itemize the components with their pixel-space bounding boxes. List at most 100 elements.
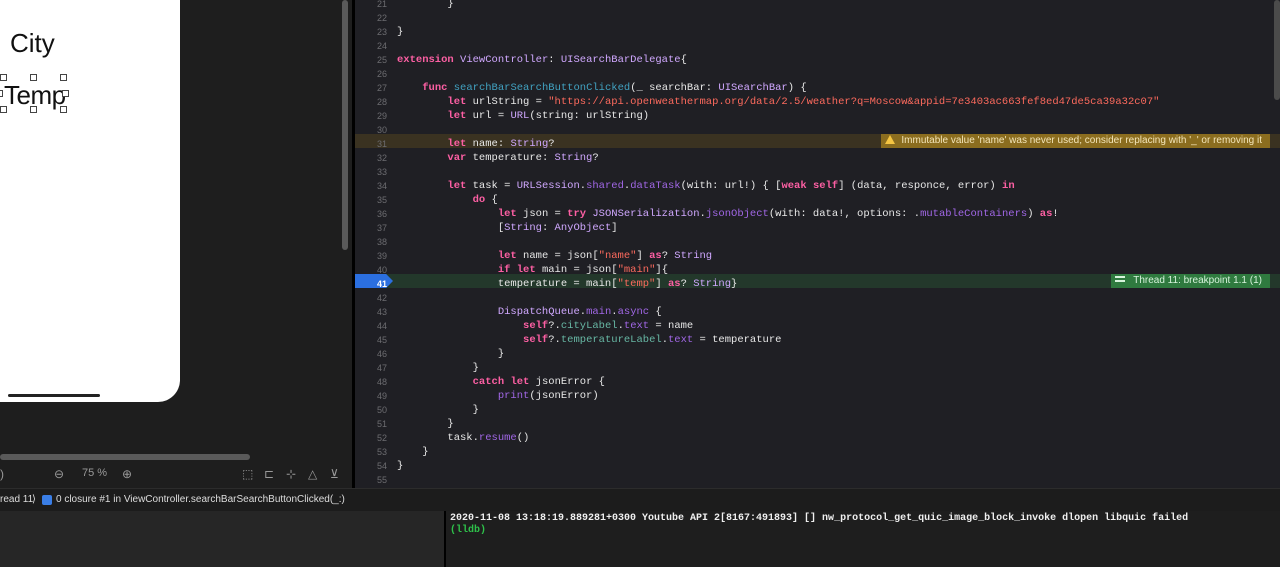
code-line[interactable]: 54} xyxy=(355,459,1280,473)
code-line[interactable]: 46 } xyxy=(355,347,1280,361)
line-number[interactable]: 38 xyxy=(355,235,387,249)
code-line[interactable]: 50 } xyxy=(355,403,1280,417)
code-line[interactable]: 51 } xyxy=(355,417,1280,431)
code-token: shared xyxy=(586,180,624,192)
code-line[interactable]: 43 DispatchQueue.main.async { xyxy=(355,305,1280,319)
embed-in-icon[interactable]: ⊻ xyxy=(330,467,339,481)
variables-view[interactable] xyxy=(0,511,444,567)
code-line[interactable]: 37 [String: AnyObject] xyxy=(355,221,1280,235)
align-icon[interactable]: ⊏ xyxy=(264,467,274,481)
code-line[interactable]: 26 xyxy=(355,67,1280,81)
resize-handle[interactable] xyxy=(30,74,37,81)
line-number[interactable]: 55 xyxy=(355,473,387,487)
code-line[interactable]: 49 print(jsonError) xyxy=(355,389,1280,403)
line-number[interactable]: 53 xyxy=(355,445,387,459)
line-number[interactable]: 29 xyxy=(355,109,387,123)
resize-handle[interactable] xyxy=(62,90,69,97)
code-line[interactable]: 24 xyxy=(355,39,1280,53)
code-line[interactable]: 34 let task = URLSession.shared.dataTask… xyxy=(355,179,1280,193)
line-number[interactable]: 42 xyxy=(355,291,387,305)
code-line[interactable]: 32 var temperature: String? xyxy=(355,151,1280,165)
resize-handle[interactable] xyxy=(0,106,7,113)
code-line[interactable]: 48 catch let jsonError { xyxy=(355,375,1280,389)
line-number[interactable]: 52 xyxy=(355,431,387,445)
code-line[interactable]: 44 self?.cityLabel.text = name xyxy=(355,319,1280,333)
add-constraints-icon[interactable]: ⊹ xyxy=(286,467,296,481)
code-line[interactable]: 39 let name = json["name"] as? String xyxy=(355,249,1280,263)
code-line[interactable]: 38 xyxy=(355,235,1280,249)
vertical-scrollbar[interactable] xyxy=(342,0,348,250)
line-number[interactable]: 27 xyxy=(355,81,387,95)
line-number[interactable]: 47 xyxy=(355,361,387,375)
city-label[interactable]: City xyxy=(10,28,55,59)
code-text: func searchBarSearchButtonClicked(_ sear… xyxy=(397,81,806,95)
storyboard-canvas[interactable]: City Temp xyxy=(0,0,352,462)
line-number[interactable]: 21 xyxy=(355,0,387,11)
code-line[interactable]: 45 self?.temperatureLabel.text = tempera… xyxy=(355,333,1280,347)
line-number[interactable]: 24 xyxy=(355,39,387,53)
code-token: ]{ xyxy=(655,264,668,276)
line-number[interactable]: 23 xyxy=(355,25,387,39)
lldb-prompt[interactable]: (lldb) xyxy=(450,525,486,536)
code-line[interactable]: 55 xyxy=(355,473,1280,487)
line-number[interactable]: 31 xyxy=(355,137,387,151)
code-line[interactable]: 33 xyxy=(355,165,1280,179)
line-number[interactable]: 36 xyxy=(355,207,387,221)
resize-handle[interactable] xyxy=(60,106,67,113)
back-icon[interactable]: ) xyxy=(0,467,4,481)
breakpoint-banner[interactable]: Thread 11: breakpoint 1.1 (1) xyxy=(1111,274,1270,288)
device-frame[interactable]: City Temp xyxy=(0,0,180,402)
line-number[interactable]: 26 xyxy=(355,67,387,81)
code-line[interactable]: 27 func searchBarSearchButtonClicked(_ s… xyxy=(355,81,1280,95)
horizontal-scrollbar[interactable] xyxy=(0,454,250,460)
line-number[interactable]: 48 xyxy=(355,375,387,389)
code-line[interactable]: 47 } xyxy=(355,361,1280,375)
console[interactable]: 2020-11-08 13:18:19.889281+0300 Youtube … xyxy=(446,511,1280,567)
code-line[interactable]: 29 let url = URL(string: urlString) xyxy=(355,109,1280,123)
line-number[interactable]: 41 xyxy=(355,277,387,291)
line-number[interactable]: 39 xyxy=(355,249,387,263)
resize-handle[interactable] xyxy=(30,106,37,113)
code-line[interactable]: 35 do { xyxy=(355,193,1280,207)
code-line[interactable]: 25 extension ViewController: UISearchBarD… xyxy=(355,53,1280,67)
line-number[interactable]: 32 xyxy=(355,151,387,165)
line-number[interactable]: 40 xyxy=(355,263,387,277)
warning-banner[interactable]: Immutable value 'name' was never used; c… xyxy=(881,134,1270,148)
frame-crumb[interactable]: 0 closure #1 in ViewController.searchBar… xyxy=(56,489,345,511)
code-line[interactable]: 23} xyxy=(355,25,1280,39)
line-number[interactable]: 33 xyxy=(355,165,387,179)
line-number[interactable]: 43 xyxy=(355,305,387,319)
code-line[interactable]: 36 let json = try JSONSerialization.json… xyxy=(355,207,1280,221)
line-number[interactable]: 46 xyxy=(355,347,387,361)
line-number[interactable]: 49 xyxy=(355,389,387,403)
code-line[interactable]: 52 task.resume() xyxy=(355,431,1280,445)
line-number[interactable]: 44 xyxy=(355,319,387,333)
update-frames-icon[interactable]: ⬚ xyxy=(242,467,253,481)
resize-handle[interactable] xyxy=(0,74,7,81)
code-text: let json = try JSONSerialization.jsonObj… xyxy=(397,207,1059,221)
code-line[interactable]: 53 } xyxy=(355,445,1280,459)
code-line[interactable]: 42 xyxy=(355,291,1280,305)
line-number[interactable]: 45 xyxy=(355,333,387,347)
line-number[interactable]: 54 xyxy=(355,459,387,473)
code-line[interactable]: 22 xyxy=(355,11,1280,25)
line-number[interactable]: 50 xyxy=(355,403,387,417)
line-number[interactable]: 28 xyxy=(355,95,387,109)
line-number[interactable]: 51 xyxy=(355,417,387,431)
resize-handle[interactable] xyxy=(60,74,67,81)
line-number[interactable]: 35 xyxy=(355,193,387,207)
zoom-out-icon[interactable]: ⊖ xyxy=(54,467,64,481)
line-number[interactable]: 30 xyxy=(355,123,387,137)
line-number[interactable]: 34 xyxy=(355,179,387,193)
resolve-issues-icon[interactable]: △ xyxy=(308,467,317,481)
line-number[interactable]: 37 xyxy=(355,221,387,235)
zoom-in-icon[interactable]: ⊕ xyxy=(122,467,132,481)
thread-crumb[interactable]: read 11 xyxy=(0,489,33,511)
code-editor[interactable]: 21 } 22 23} 24 25 extension ViewController: U… xyxy=(355,0,1280,488)
resize-handle[interactable] xyxy=(0,90,3,97)
code-line[interactable]: 28 let urlString = "https://api.openweat… xyxy=(355,95,1280,109)
line-number[interactable]: 25 xyxy=(355,53,387,67)
line-number[interactable]: 22 xyxy=(355,11,387,25)
code-line[interactable]: 21 } xyxy=(355,0,1280,11)
editor-scrollbar[interactable] xyxy=(1274,0,1280,100)
